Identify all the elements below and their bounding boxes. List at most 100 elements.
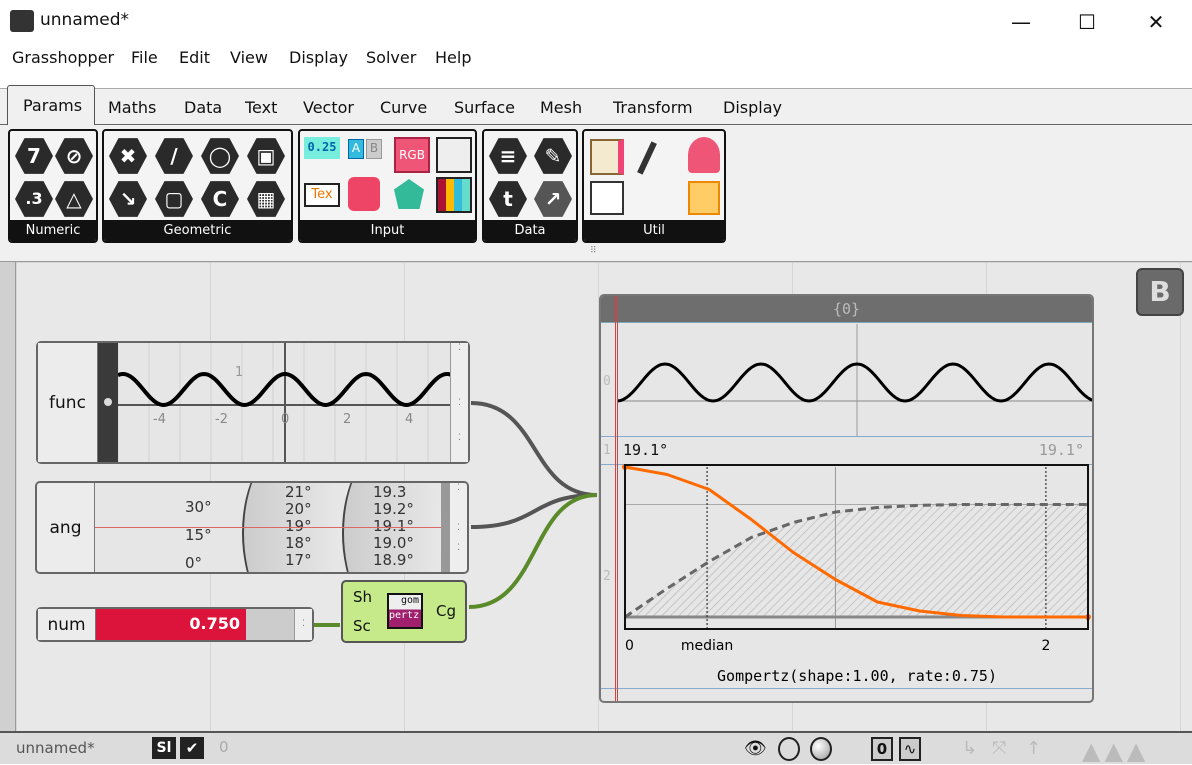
dial-tick: 0° — [185, 549, 212, 574]
dial-tick: 15° — [185, 521, 212, 549]
tab-display[interactable]: Display — [723, 98, 782, 117]
value-list-b-icon[interactable]: B — [366, 139, 382, 159]
curve-icon[interactable]: C — [201, 180, 239, 218]
integer-icon[interactable]: 7 — [15, 137, 53, 175]
redirect-icon[interactable]: ↳ — [962, 738, 977, 759]
minimize-button[interactable]: — — [998, 6, 1044, 38]
tab-curve[interactable]: Curve — [380, 98, 427, 117]
gradient-icon[interactable] — [394, 179, 424, 209]
angle-value: 19.1° — [623, 441, 668, 459]
number-icon[interactable]: ⊘ — [55, 137, 93, 175]
tab-data[interactable]: Data — [184, 98, 222, 117]
gradient-picker-icon[interactable] — [436, 177, 472, 213]
tab-text[interactable]: Text — [245, 98, 277, 117]
num-label: num — [38, 609, 96, 640]
ribbon-resize-grip[interactable]: ⠿ — [590, 246, 597, 256]
func-tick: 2 — [343, 412, 351, 427]
canvas[interactable]: func 1 -4 -2 0 2 4 ⁚ ⁚ ⁚ ang 30°15°0° 21… — [0, 262, 1192, 731]
surface-icon[interactable]: ▦ — [247, 180, 285, 218]
data-path-icon[interactable]: ↗ — [534, 180, 572, 218]
angle-icon[interactable]: △ — [55, 180, 93, 218]
function-graph[interactable]: func 1 -4 -2 0 2 4 ⁚ ⁚ ⁚ — [36, 341, 470, 464]
grip-output[interactable]: ⁚ — [450, 373, 468, 433]
text-param-icon[interactable]: t — [489, 180, 527, 218]
point-icon[interactable]: ✖ — [109, 137, 147, 175]
slider-track[interactable]: 0.750 — [96, 609, 296, 640]
data-dam-icon[interactable]: ✎ — [534, 137, 572, 175]
notepad-icon[interactable] — [688, 181, 720, 215]
grip-output[interactable]: ⁚ — [294, 609, 312, 640]
sl-button[interactable]: Sl — [152, 737, 176, 759]
data-icon[interactable]: ≡ — [489, 137, 527, 175]
group-numeric: 7 ⊘ .3 △ Numeric — [8, 129, 98, 243]
tab-surface[interactable]: Surface — [454, 98, 515, 117]
row-index: 0 — [603, 374, 611, 389]
vector-icon[interactable]: ↘ — [109, 180, 147, 218]
group-b-button[interactable]: B — [1136, 268, 1184, 316]
func-tick: 0 — [281, 412, 289, 427]
pen-icon[interactable] — [637, 141, 657, 174]
tab-params[interactable]: Params — [7, 85, 95, 126]
menu-file[interactable]: File — [131, 48, 158, 67]
decimal-icon[interactable]: .3 — [15, 180, 53, 218]
graph-icon[interactable] — [590, 181, 624, 215]
triangle-icons: ▲▲▲ — [1082, 737, 1149, 765]
grip-output[interactable]: ⁚ — [449, 513, 467, 543]
close-button[interactable]: ✕ — [1133, 6, 1179, 38]
menu-view[interactable]: View — [230, 48, 268, 67]
grip-top[interactable]: ⁚ — [449, 483, 467, 513]
reader-icon[interactable] — [688, 137, 720, 173]
document-name: unnamed* — [16, 739, 95, 757]
ribbon: 7 ⊘ .3 △ Numeric ✖ / ◯ ▣ ↘ ▢ C ▦ Geometr… — [0, 125, 1192, 262]
shaded-sphere-icon[interactable] — [810, 737, 832, 761]
grip-bottom[interactable]: ⁚ — [449, 543, 467, 572]
input-sh[interactable]: Sh — [353, 588, 372, 606]
tab-mesh[interactable]: Mesh — [540, 98, 582, 117]
data-panel[interactable]: {0} 0 1 2 19.1° 19.1° 0median2Gompertz(s… — [599, 294, 1094, 703]
graph-mapper-icon[interactable] — [436, 137, 472, 173]
menu-solver[interactable]: Solver — [366, 48, 416, 67]
box-icon[interactable]: ▣ — [247, 137, 285, 175]
app-icon — [10, 10, 34, 32]
input-sc[interactable]: Sc — [353, 617, 371, 635]
func-tick: -2 — [215, 412, 228, 427]
gem-icon[interactable] — [348, 177, 380, 211]
title-bar: unnamed* — ☐ ✕ — [0, 0, 1192, 44]
wireframe-globe-icon[interactable] — [778, 737, 800, 761]
dial-tick: 17° — [285, 552, 312, 569]
output-cg[interactable]: Cg — [436, 602, 456, 620]
menu-display[interactable]: Display — [289, 48, 348, 67]
gompertz-component[interactable]: Sh Sc gom pertz Cg — [341, 580, 467, 643]
curve-preview-icon[interactable]: ∿ — [899, 737, 921, 761]
tab-vector[interactable]: Vector — [303, 98, 354, 117]
number-slider[interactable]: num 0.750 ⁚ — [36, 607, 314, 642]
maximize-button[interactable]: ☐ — [1064, 6, 1110, 38]
number-slider-icon[interactable]: 0.25 — [304, 137, 340, 159]
slider-value[interactable]: 0.750 — [96, 609, 246, 640]
value-list-icon[interactable]: A — [348, 139, 364, 159]
disconnect-icon[interactable]: ⤧ — [992, 738, 1006, 759]
check-button[interactable]: ✔ — [180, 737, 204, 759]
line-icon[interactable]: / — [155, 137, 193, 175]
angle-dial[interactable]: ang 30°15°0° 21°20°19°18°17° 19.319.2°19… — [35, 481, 469, 574]
rectangle-icon[interactable]: ▢ — [155, 180, 193, 218]
group-input: 0.25 A B RGB Tex Input — [298, 129, 477, 243]
colour-swatch-icon[interactable]: RGB — [394, 137, 430, 173]
panel-icon[interactable]: Tex — [304, 183, 340, 207]
circle-icon[interactable]: ◯ — [201, 137, 239, 175]
grip-top[interactable]: ⁚ — [450, 343, 468, 373]
func-handle[interactable] — [98, 343, 118, 462]
preview-zero-button[interactable]: 0 — [871, 737, 893, 761]
eye-icon[interactable]: 👁 — [744, 738, 767, 759]
tab-transform[interactable]: Transform — [613, 98, 693, 117]
menu-edit[interactable]: Edit — [179, 48, 210, 67]
func-plot — [118, 343, 452, 462]
up-arrow-icon[interactable]: ↑ — [1026, 738, 1041, 759]
tab-maths[interactable]: Maths — [108, 98, 156, 117]
book-icon[interactable] — [590, 139, 624, 175]
menu-help[interactable]: Help — [435, 48, 471, 67]
x-tick-label: 0 — [625, 638, 634, 654]
menu-grasshopper[interactable]: Grasshopper — [12, 48, 114, 67]
grip-bottom[interactable]: ⁚ — [450, 433, 468, 462]
dial-indicator-line — [95, 527, 451, 528]
